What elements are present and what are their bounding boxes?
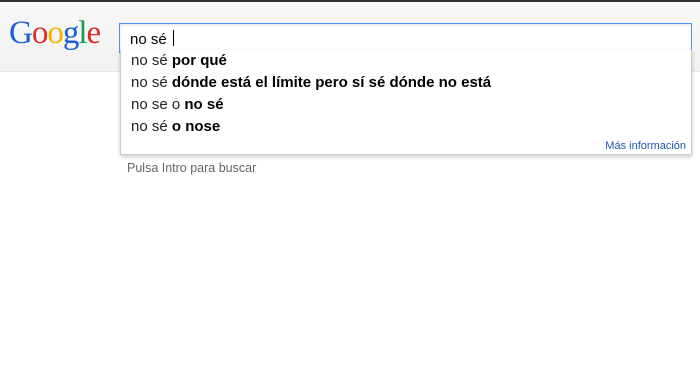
logo-letter-o2: o [47,15,63,51]
logo-letter-g: G [9,15,33,51]
suggestion-completion: dónde está el límite pero sí sé dónde no… [171,74,492,91]
suggestion-item[interactable]: no sé o nose [131,116,220,138]
search-input[interactable]: no sé [130,30,174,48]
suggestion-prefix: no sé [131,74,172,91]
press-enter-hint: Pulsa Intro para buscar [127,161,257,175]
logo-letter-e: e [86,15,102,51]
search-input-text: no sé [130,31,171,48]
suggestion-completion: o nose [171,118,221,135]
suggestion-completion: no sé [184,96,224,113]
suggestion-completion: por qué [171,52,227,69]
suggestion-item[interactable]: no sé por qué [131,50,227,72]
text-caret [172,30,174,46]
autocomplete-dropdown: no sé por qué no sé dónde está el límite… [120,50,692,155]
search-box[interactable]: no sé [119,23,692,53]
suggestion-item[interactable]: no se o no sé [131,94,224,116]
google-logo[interactable]: Google [9,15,102,51]
logo-letter-o1: o [31,15,48,51]
suggestion-prefix: no se o [131,96,185,113]
suggestion-item[interactable]: no sé dónde está el límite pero sí sé dó… [131,72,491,94]
suggestion-prefix: no sé [131,118,172,135]
logo-letter-g2: g [62,15,79,51]
more-info-link[interactable]: Más información [605,140,686,152]
suggestion-prefix: no sé [131,52,172,69]
logo-letter-l: l [78,15,87,51]
